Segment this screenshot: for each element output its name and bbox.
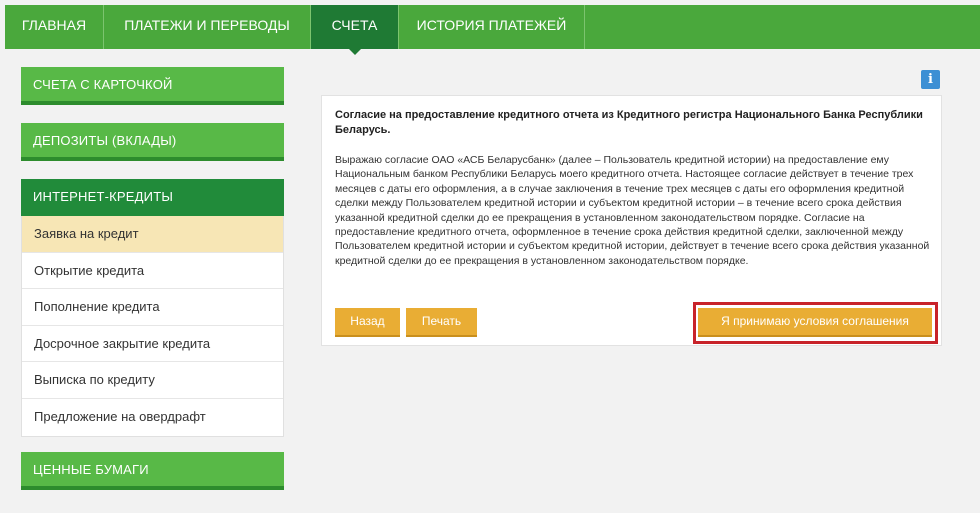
print-button-label: Печать bbox=[421, 314, 462, 328]
tab-main-label: Главная bbox=[21, 17, 87, 33]
submenu-credit-application[interactable]: Заявка на кредит bbox=[22, 216, 283, 253]
sidebar-item-label: Ценные бумаги bbox=[33, 462, 149, 477]
nav-filler bbox=[585, 5, 980, 49]
submenu-label: Заявка на кредит bbox=[34, 226, 139, 241]
tab-payments-label: Платежи и переводы bbox=[124, 17, 290, 33]
back-button-label: Назад bbox=[350, 314, 385, 328]
info-glyph: i bbox=[928, 72, 933, 87]
submenu-label: Досрочное закрытие кредита bbox=[34, 335, 211, 351]
print-button[interactable]: Печать bbox=[406, 308, 477, 337]
submenu-label: Предложение на овердрафт bbox=[34, 408, 206, 424]
submenu-credit-opening[interactable]: Открытие кредита bbox=[22, 253, 283, 290]
accept-button-label: Я принимаю условия соглашения bbox=[721, 314, 909, 328]
tab-payment-history[interactable]: История платежей bbox=[399, 5, 585, 49]
active-tab-indicator bbox=[348, 49, 361, 55]
credit-submenu: Заявка на кредит Открытие кредита Пополн… bbox=[21, 216, 284, 437]
sidebar-item-label: Интернет-кредиты bbox=[33, 189, 174, 204]
tab-history-label: История платежей bbox=[416, 17, 567, 33]
submenu-label: Пополнение кредита bbox=[34, 299, 160, 315]
sidebar-item-internet-credits[interactable]: Интернет-кредиты bbox=[21, 179, 284, 216]
submenu-label: Открытие кредита bbox=[34, 262, 145, 278]
back-button[interactable]: Назад bbox=[335, 308, 400, 337]
tab-payments-transfers[interactable]: Платежи и переводы bbox=[104, 5, 311, 49]
tab-main[interactable]: Главная bbox=[5, 5, 104, 49]
consent-panel: Согласие на предоставление кредитного от… bbox=[321, 95, 942, 346]
consent-text: Выражаю согласие ОАО «АСБ Беларусбанк» (… bbox=[335, 154, 930, 267]
consent-title: Согласие на предоставление кредитного от… bbox=[335, 109, 923, 136]
sidebar-item-label: Депозиты (вклады) bbox=[33, 133, 177, 148]
sidebar-item-card-accounts[interactable]: Счета с карточкой bbox=[21, 67, 284, 105]
submenu-label: Выписка по кредиту bbox=[34, 372, 155, 388]
accept-terms-button[interactable]: Я принимаю условия соглашения bbox=[698, 308, 932, 337]
sidebar-item-deposits[interactable]: Депозиты (вклады) bbox=[21, 123, 284, 161]
sidebar-item-securities[interactable]: Ценные бумаги bbox=[21, 452, 284, 490]
submenu-credit-statement[interactable]: Выписка по кредиту bbox=[22, 362, 283, 399]
sidebar-item-label: Счета с карточкой bbox=[33, 77, 173, 92]
submenu-early-repayment[interactable]: Досрочное закрытие кредита bbox=[22, 326, 283, 363]
submenu-credit-topup[interactable]: Пополнение кредита bbox=[22, 289, 283, 326]
tab-accounts-label: Счета bbox=[331, 17, 378, 33]
tab-accounts[interactable]: Счета bbox=[311, 5, 399, 55]
info-icon[interactable]: i bbox=[921, 70, 940, 89]
top-navigation: Главная Платежи и переводы Счета История… bbox=[5, 5, 980, 55]
submenu-overdraft-offer[interactable]: Предложение на овердрафт bbox=[22, 399, 283, 436]
